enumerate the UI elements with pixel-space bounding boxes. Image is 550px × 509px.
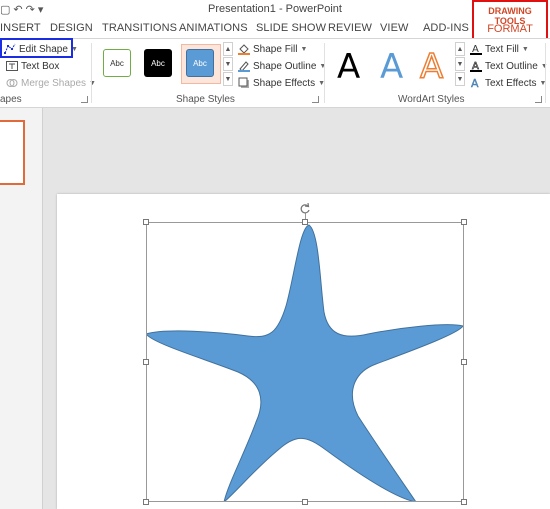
tab-transitions[interactable]: TRANSITIONS <box>102 22 177 34</box>
wordart-style-blue[interactable]: A <box>380 47 403 87</box>
wordart-gallery-down-icon[interactable]: ▼ <box>455 57 465 71</box>
group-divider <box>91 43 92 103</box>
wordart-gallery-more-icon[interactable]: ▼ <box>455 72 465 86</box>
tab-review[interactable]: REVIEW <box>328 22 372 34</box>
text-effects-button[interactable]: A Text Effects ▼ <box>470 77 547 89</box>
shape-effects-label: Shape Effects <box>253 77 316 89</box>
group-divider <box>545 43 546 103</box>
text-outline-icon: A <box>470 61 482 72</box>
text-outline-button[interactable]: A Text Outline ▼ <box>470 60 548 72</box>
text-fill-label: Text Fill <box>485 43 519 55</box>
effects-icon <box>238 77 249 88</box>
resize-handle-bottom[interactable] <box>302 499 308 505</box>
wordart-styles-launcher-icon[interactable] <box>535 96 542 103</box>
chevron-down-icon: ▼ <box>300 45 308 53</box>
swatch-text: Abc <box>110 58 124 68</box>
shape-outline-label: Shape Outline <box>253 60 317 72</box>
resize-handle-left[interactable] <box>143 359 149 365</box>
window-title: Presentation1 - PowerPoint <box>208 3 342 15</box>
ribbon-tabs: INSERT DESIGN TRANSITIONS ANIMATIONS SLI… <box>0 18 550 38</box>
text-fill-icon: A <box>470 44 482 55</box>
tab-format[interactable]: FORMAT <box>474 23 546 35</box>
chevron-down-icon: ▼ <box>521 45 529 53</box>
shape-fill-button[interactable]: Shape Fill ▼ <box>238 43 307 55</box>
wordart-gallery-up-icon[interactable]: ▲ <box>455 42 465 56</box>
rotate-icon[interactable] <box>299 203 311 215</box>
text-box-button[interactable]: Text Box <box>6 60 59 72</box>
shape-selection-box <box>146 222 464 502</box>
tab-slide-show[interactable]: SLIDE SHOW <box>256 22 326 34</box>
insert-shapes-launcher-icon[interactable] <box>81 96 88 103</box>
wordart-style-black[interactable]: A <box>337 47 360 87</box>
wordart-style-orange-outline[interactable]: A <box>419 46 444 88</box>
paint-bucket-icon <box>238 44 250 55</box>
merge-shapes-button[interactable]: Merge Shapes ▼ <box>6 77 96 89</box>
text-outline-label: Text Outline <box>485 60 538 72</box>
group-divider <box>324 43 325 103</box>
merge-shapes-icon <box>6 79 18 87</box>
drawing-tools-highlight: DRAWING TOOLS FORMAT <box>472 0 548 40</box>
svg-text:A: A <box>471 77 479 89</box>
resize-handle-top-right[interactable] <box>461 219 467 225</box>
shape-style-blue[interactable]: Abc <box>186 49 214 77</box>
ribbon: Edit Shape ▼ Text Box Merge Shapes ▼ ape… <box>0 38 550 108</box>
tab-add-ins[interactable]: ADD-INS <box>423 22 469 34</box>
gallery-up-icon[interactable]: ▲ <box>223 42 233 56</box>
tab-design[interactable]: DESIGN <box>50 22 93 34</box>
tab-animations[interactable]: ANIMATIONS <box>179 22 248 34</box>
title-bar: ▢ ↶ ↷ ▾ Presentation1 - PowerPoint <box>0 0 550 18</box>
resize-handle-bottom-left[interactable] <box>143 499 149 505</box>
chevron-down-icon: ▼ <box>319 62 327 70</box>
shape-style-outline-green[interactable]: Abc <box>103 49 131 77</box>
tab-view[interactable]: VIEW <box>380 22 409 34</box>
merge-shapes-label: Merge Shapes <box>21 77 87 89</box>
shape-fill-label: Shape Fill <box>253 43 298 55</box>
shape-effects-button[interactable]: Shape Effects ▼ <box>238 77 325 89</box>
text-fill-button[interactable]: A Text Fill ▼ <box>470 43 529 55</box>
resize-handle-right[interactable] <box>461 359 467 365</box>
edit-shape-highlight <box>0 38 73 58</box>
shape-style-black[interactable]: Abc <box>144 49 172 77</box>
slide-thumbnail-1[interactable] <box>0 120 25 185</box>
gallery-more-icon[interactable]: ▼ <box>223 72 233 86</box>
swatch-text: Abc <box>193 58 207 68</box>
text-box-label: Text Box <box>21 60 60 72</box>
shape-styles-launcher-icon[interactable] <box>312 96 319 103</box>
tab-insert[interactable]: INSERT <box>0 22 41 34</box>
shape-styles-group-label: Shape Styles <box>176 94 235 105</box>
text-effects-label: Text Effects <box>485 77 537 89</box>
swatch-text: Abc <box>151 58 165 68</box>
resize-handle-top-left[interactable] <box>143 219 149 225</box>
pen-icon <box>238 61 250 72</box>
gallery-down-icon[interactable]: ▼ <box>223 57 233 71</box>
resize-handle-top[interactable] <box>302 219 308 225</box>
insert-shapes-group-label: apes <box>0 94 22 105</box>
wordart-styles-group-label: WordArt Styles <box>398 94 465 105</box>
resize-handle-bottom-right[interactable] <box>461 499 467 505</box>
shape-outline-button[interactable]: Shape Outline ▼ <box>238 60 326 72</box>
text-effects-icon: A <box>471 77 479 89</box>
text-box-icon <box>6 61 18 71</box>
